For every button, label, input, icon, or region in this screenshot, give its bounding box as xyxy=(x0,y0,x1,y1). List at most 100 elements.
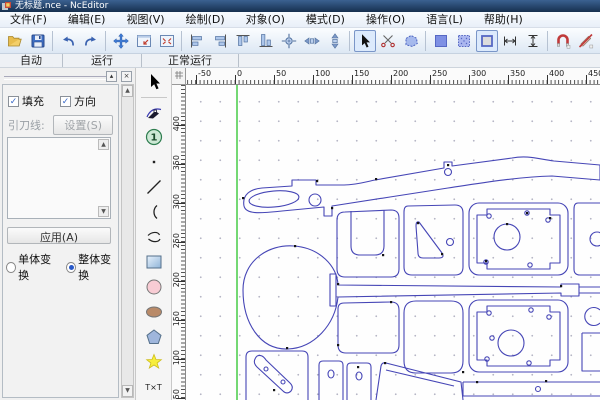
lead-line-listbox[interactable]: ▲ ▼ xyxy=(7,137,111,219)
star-tool-icon xyxy=(145,353,163,371)
toolbar-separator xyxy=(547,31,548,51)
tool-point[interactable] xyxy=(141,150,167,174)
panel-scroll-down-icon[interactable]: ▼ xyxy=(122,385,133,397)
ellipse-tool-icon xyxy=(145,303,163,321)
tool-polyline[interactable] xyxy=(141,225,167,249)
tool-line[interactable] xyxy=(141,175,167,199)
align-right-button[interactable] xyxy=(209,30,231,52)
menu-item-d[interactable]: 模式(D) xyxy=(298,12,353,27)
apply-button[interactable]: 应用(A) xyxy=(7,227,111,244)
fit-vertical-button[interactable] xyxy=(522,30,544,52)
fill-outline-button[interactable] xyxy=(476,30,498,52)
align-left-button[interactable] xyxy=(186,30,208,52)
undo-button[interactable] xyxy=(57,30,79,52)
node-markers xyxy=(242,164,562,391)
redo-button[interactable] xyxy=(80,30,102,52)
panel-scrollbar[interactable]: ▲ ▼ xyxy=(121,84,134,398)
hruler-tick xyxy=(391,75,392,84)
fit-horizontal-icon xyxy=(502,33,518,49)
menu-item-o[interactable]: 操作(O) xyxy=(358,12,413,27)
listbox-scroll-down-icon[interactable]: ▼ xyxy=(98,206,109,217)
hruler-tick xyxy=(235,75,236,84)
toolbar-group-1 xyxy=(56,30,102,52)
move-view-button[interactable] xyxy=(110,30,132,52)
fill-dotted-icon xyxy=(456,33,472,49)
tool-circle[interactable] xyxy=(141,275,167,299)
tool-polygon[interactable] xyxy=(141,325,167,349)
zoom-extents-button[interactable] xyxy=(156,30,178,52)
checkbox-1[interactable]: ✓方向 xyxy=(60,93,96,109)
fill-solid-button[interactable] xyxy=(430,30,452,52)
hruler-tick xyxy=(313,75,314,84)
vruler-label: 350 xyxy=(172,155,181,170)
redo-icon xyxy=(83,33,99,49)
panel-grip[interactable] xyxy=(4,76,106,80)
nudge-horizontal-button[interactable] xyxy=(301,30,323,52)
listbox-scroll-up-icon[interactable]: ▲ xyxy=(98,139,109,150)
hruler-tick xyxy=(352,75,353,84)
align-bottom-button[interactable] xyxy=(255,30,277,52)
hruler-label: 250 xyxy=(432,69,447,78)
open-button[interactable] xyxy=(4,30,26,52)
fit-horizontal-button[interactable] xyxy=(499,30,521,52)
hruler-tick xyxy=(508,75,509,84)
align-top-button[interactable] xyxy=(232,30,254,52)
lead-settings-button[interactable]: 设置(S) xyxy=(53,115,113,135)
menu-item-o[interactable]: 对象(O) xyxy=(238,12,293,27)
tool-arc[interactable] xyxy=(141,200,167,224)
tool-ellipse[interactable] xyxy=(141,300,167,324)
tool-rectangle[interactable] xyxy=(141,250,167,274)
drawing-canvas[interactable] xyxy=(186,85,600,400)
nudge-horizontal-icon xyxy=(304,33,320,49)
tool-select[interactable] xyxy=(141,70,167,94)
radio-circle-icon[interactable] xyxy=(6,262,16,273)
panel-scroll-up-icon[interactable]: ▲ xyxy=(122,85,133,97)
mode-field-2[interactable]: 正常运行 xyxy=(142,54,239,67)
menu-item-f[interactable]: 文件(F) xyxy=(2,12,55,27)
cut-point-button[interactable] xyxy=(377,30,399,52)
vertical-ruler: 40035030025020015010050 xyxy=(172,85,186,400)
arc-tool-icon xyxy=(145,203,163,221)
checkbox-0[interactable]: ✓填充 xyxy=(8,93,44,109)
mode-field-1[interactable]: 运行 xyxy=(63,54,142,67)
hruler-label: 350 xyxy=(510,69,525,78)
magnet-snap-button[interactable] xyxy=(552,30,574,52)
hruler-tick xyxy=(469,75,470,84)
radio-0[interactable]: 单体变换 xyxy=(6,251,58,283)
radio-1[interactable]: 整体变换 xyxy=(66,251,118,283)
nceditor-window: 无标题.nce - NcEditor 文件(F) 编辑(E) 视图(V) 绘制(D) 对… xyxy=(0,0,600,400)
app-icon xyxy=(2,2,11,11)
no-lead-button[interactable] xyxy=(575,30,597,52)
menu-item-v[interactable]: 视图(V) xyxy=(118,12,172,27)
mode-field-0[interactable]: 自动 xyxy=(0,54,63,67)
panel-close-button[interactable]: × xyxy=(121,71,132,82)
checkbox-label: 方向 xyxy=(74,93,96,109)
panel-dock-button[interactable]: ▴ xyxy=(106,71,117,82)
tool-node-edit[interactable] xyxy=(141,100,167,124)
title-bar: 无标题.nce - NcEditor xyxy=(0,0,600,12)
toolbar-group-4 xyxy=(353,30,422,52)
menu-item-l[interactable]: 语言(L) xyxy=(418,12,471,27)
checkbox-box-icon[interactable]: ✓ xyxy=(60,96,71,107)
center-view-button[interactable] xyxy=(278,30,300,52)
select-arrow-button[interactable] xyxy=(354,30,376,52)
menu-item-h[interactable]: 帮助(H) xyxy=(476,12,531,27)
tool-star[interactable] xyxy=(141,350,167,374)
checkbox-box-icon[interactable]: ✓ xyxy=(8,96,19,107)
tool-text[interactable]: T×T xyxy=(141,375,167,399)
hruler-label: 50 xyxy=(276,69,286,78)
radio-circle-icon[interactable] xyxy=(66,262,76,273)
vruler-label: 100 xyxy=(172,350,181,365)
fill-dotted-button[interactable] xyxy=(453,30,475,52)
menu-item-d[interactable]: 绘制(D) xyxy=(178,12,233,27)
region-select-button[interactable] xyxy=(400,30,422,52)
nudge-vertical-button[interactable] xyxy=(324,30,346,52)
save-button[interactable] xyxy=(27,30,49,52)
hruler-tick xyxy=(547,75,548,84)
panel-header[interactable]: ▴ × xyxy=(0,70,136,83)
tool-sequence[interactable]: 1 xyxy=(141,125,167,149)
hruler-tick xyxy=(274,75,275,84)
menu-item-e[interactable]: 编辑(E) xyxy=(60,12,114,27)
zoom-window-button[interactable] xyxy=(133,30,155,52)
line-tool-icon xyxy=(145,178,163,196)
